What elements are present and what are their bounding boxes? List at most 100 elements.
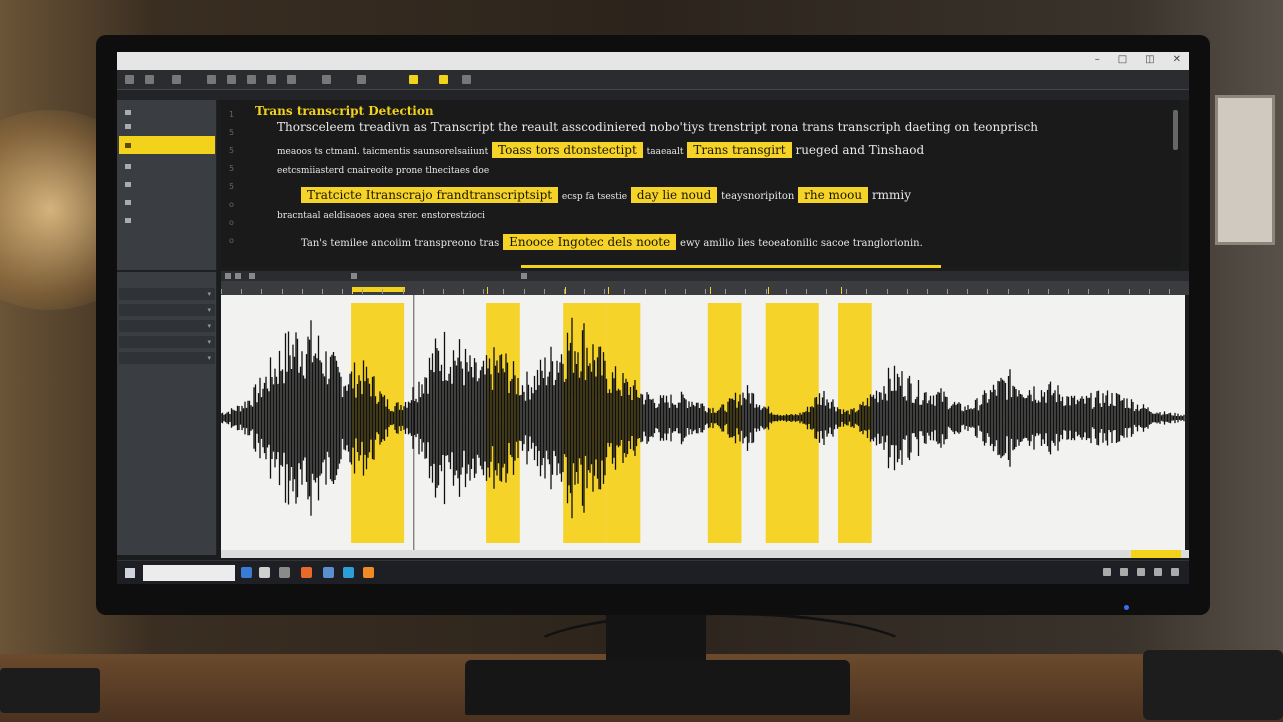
line-gutter: 1 5 5 5 5 o o o (221, 100, 241, 268)
line-number: 5 (229, 128, 235, 137)
power-led (1124, 605, 1129, 610)
transcript-line-3[interactable]: eetcsmiiasterd cnaireoite prone tlnecita… (277, 166, 489, 176)
transcript-line-6[interactable]: Tan's temilee ancoiim transpreono tras E… (301, 234, 923, 250)
detected-highlight[interactable]: Enooce Ingotec dels noote (503, 234, 677, 250)
desk-device-right (1143, 650, 1283, 720)
menu-icon[interactable] (125, 75, 134, 84)
sidebar-item-5[interactable] (119, 176, 215, 192)
sidebar: ▾ ▾ ▾ ▾ ▾ (117, 100, 217, 555)
sidebar-item-4[interactable] (119, 158, 215, 174)
taskbar-search[interactable] (143, 565, 235, 581)
sidebar-setting-3[interactable]: ▾ (119, 320, 215, 332)
ruler-tick (644, 289, 646, 294)
edit-icon[interactable] (172, 75, 181, 84)
marker-icon[interactable] (357, 75, 366, 84)
file-icon[interactable] (145, 75, 154, 84)
ruler-tick (624, 289, 626, 294)
taskbar-app-icon[interactable] (241, 567, 252, 578)
transcript-line-2[interactable]: meaoos ts ctmanl. taicmentis saunsorelsa… (277, 142, 924, 158)
taskbar-app-icon[interactable] (323, 567, 334, 578)
line-text: bracntaal aeldisaoes aoea srer. enstores… (277, 211, 485, 221)
window-controls: – □ ◫ ✕ (1095, 54, 1181, 65)
battery-icon[interactable] (1137, 568, 1145, 576)
loop-icon[interactable] (249, 273, 255, 279)
ruler-tick (664, 289, 666, 294)
line-text: rmmiy (871, 188, 912, 202)
redo-icon[interactable] (227, 75, 236, 84)
sidebar-setting-4[interactable]: ▾ (119, 336, 215, 348)
monitor-stand-base (465, 660, 850, 715)
line-text: Thorsceleem treadivn as Transcript the r… (277, 120, 1039, 134)
sidebar-item-6[interactable] (119, 194, 215, 210)
ruler-tick (886, 289, 888, 294)
ruler-tick (705, 289, 706, 294)
sidebar-item-3[interactable] (119, 136, 215, 154)
settings-icon[interactable] (462, 75, 471, 84)
transcript-line-4[interactable]: Tratcicte Itranscrajo frandtranscriptsip… (301, 187, 912, 203)
cut-icon[interactable] (247, 75, 256, 84)
detected-highlight[interactable]: rhe moou (798, 187, 869, 203)
zoom-out-icon[interactable] (521, 273, 527, 279)
paste-icon[interactable] (287, 75, 296, 84)
detected-highlight[interactable]: Toass tors dtonstectipt (492, 142, 643, 158)
transcript-line-5[interactable]: bracntaal aeldisaoes aoea srer. enstores… (277, 211, 485, 221)
ruler-tick (402, 289, 404, 294)
zoom-in-icon[interactable] (351, 273, 357, 279)
transcript-scrollbar[interactable] (1173, 110, 1178, 150)
selection-indicator (1131, 550, 1181, 558)
detected-highlight[interactable]: Tratcicte Itranscrajo frandtranscriptsip… (301, 187, 559, 203)
start-icon[interactable] (125, 568, 135, 578)
calendar-icon[interactable] (1171, 568, 1179, 576)
volume-icon[interactable] (1120, 568, 1128, 576)
sidebar-item-2[interactable] (119, 118, 215, 134)
close-icon[interactable]: ✕ (1173, 54, 1181, 65)
zoom-icon[interactable] (322, 75, 331, 84)
ruler-tick (967, 289, 969, 294)
stop-icon[interactable] (235, 273, 241, 279)
ruler-tick (483, 289, 485, 294)
sidebar-setting-5[interactable]: ▾ (119, 352, 215, 364)
taskbar-app-icon[interactable] (279, 567, 290, 578)
minimize-icon[interactable]: – (1095, 54, 1100, 65)
timeline-ruler[interactable] (221, 281, 1189, 295)
maximize-icon[interactable]: □ (1118, 54, 1127, 65)
transcript-progress (521, 265, 941, 268)
ruler-tick (523, 289, 525, 294)
ruler-tick (1168, 289, 1170, 294)
export-icon (125, 217, 131, 223)
taskbar-app-icon[interactable] (301, 567, 312, 578)
play-icon[interactable] (225, 273, 231, 279)
ruler-tick (362, 289, 364, 294)
undo-icon[interactable] (207, 75, 216, 84)
waveform-area[interactable] (221, 295, 1185, 550)
ruler-tick (745, 289, 747, 294)
ruler-tick (604, 289, 606, 294)
ruler-region-marker (564, 287, 566, 294)
sidebar-item-7[interactable] (119, 212, 215, 228)
notification-icon[interactable] (1154, 568, 1162, 576)
transcript-icon (125, 142, 131, 148)
network-icon[interactable] (1103, 568, 1111, 576)
taskbar-app-icon[interactable] (259, 567, 270, 578)
chevron-down-icon: ▾ (207, 338, 211, 346)
ruler-selection[interactable] (351, 287, 405, 292)
line-number: o (229, 236, 234, 245)
ruler-tick (584, 289, 585, 294)
line-text: taaeaalt (646, 147, 684, 157)
sidebar-status (117, 550, 217, 558)
line-text: ecsp fa tsestie (561, 192, 628, 202)
highlight-tool-icon[interactable] (409, 75, 418, 84)
detect-tool-icon[interactable] (439, 75, 448, 84)
sidebar-setting-1[interactable]: ▾ (119, 288, 215, 300)
restore-icon[interactable]: ◫ (1145, 54, 1154, 65)
ruler-tick (301, 289, 303, 294)
copy-icon[interactable] (267, 75, 276, 84)
sidebar-setting-2[interactable]: ▾ (119, 304, 215, 316)
ruler-tick (261, 289, 263, 294)
detected-highlight[interactable]: day lie noud (630, 187, 718, 203)
ruler-tick (422, 289, 424, 294)
detected-highlight[interactable]: Trans transgirt (687, 142, 792, 158)
taskbar-app-icon[interactable] (343, 567, 354, 578)
transcript-line-1[interactable]: Thorsceleem treadivn as Transcript the r… (277, 120, 1038, 134)
taskbar-app-icon[interactable] (363, 567, 374, 578)
